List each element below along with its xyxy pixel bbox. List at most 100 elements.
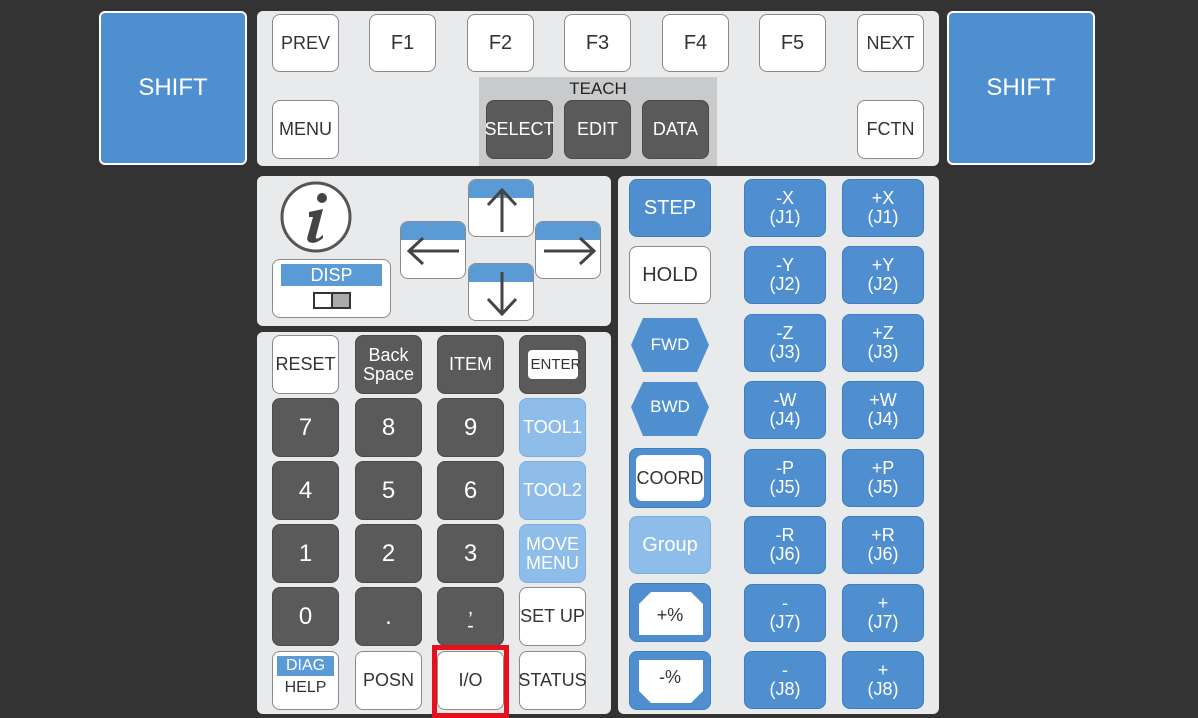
disp-button[interactable]: DISP <box>272 259 391 318</box>
jog-minus-j4-button[interactable]: -W (J4) <box>744 381 826 439</box>
jog-joint-label: (J4) <box>769 409 801 429</box>
bwd-button[interactable]: BWD <box>629 380 711 438</box>
prev-button[interactable]: PREV <box>272 14 339 72</box>
data-button[interactable]: DATA <box>642 100 709 159</box>
f4-button[interactable]: F4 <box>662 14 729 72</box>
key-7[interactable]: 7 <box>272 398 339 457</box>
diag-label: DIAG <box>277 656 334 676</box>
plus-pct-label: +% <box>656 605 684 626</box>
jog-axis-label: +Z <box>872 323 894 344</box>
select-button[interactable]: SELECT <box>484 100 555 159</box>
teach-label: TEACH <box>569 79 627 98</box>
setup-button[interactable]: SET UP <box>519 587 586 646</box>
jog-joint-label: (J6) <box>769 544 801 564</box>
key-1[interactable]: 1 <box>272 524 339 583</box>
posn-button[interactable]: POSN <box>355 651 422 710</box>
status-button[interactable]: STATUS <box>518 651 587 710</box>
f5-button[interactable]: F5 <box>759 14 826 72</box>
io-button[interactable]: I/O <box>437 651 504 710</box>
jog-plus-j1-button[interactable]: +X (J1) <box>842 179 924 237</box>
jog-minus-j2-button[interactable]: -Y (J2) <box>744 246 826 304</box>
jog-plus-j3-button[interactable]: +Z (J3) <box>842 314 924 372</box>
tool2-button[interactable]: TOOL2 <box>519 461 586 520</box>
key-8[interactable]: 8 <box>355 398 422 457</box>
move-menu-button[interactable]: MOVE MENU <box>519 524 586 583</box>
jog-plus-j4-button[interactable]: +W (J4) <box>842 381 924 439</box>
jog-axis-label: +R <box>871 525 895 546</box>
jog-axis-label: -W <box>773 390 797 411</box>
key-9[interactable]: 9 <box>437 398 504 457</box>
jog-joint-label: (J8) <box>769 679 801 699</box>
disp-toggle-icon <box>312 292 351 309</box>
jog-joint-label: (J7) <box>867 612 899 632</box>
fctn-button[interactable]: FCTN <box>857 100 924 159</box>
fwd-button[interactable]: FWD <box>629 314 711 376</box>
tool1-button[interactable]: TOOL1 <box>519 398 586 457</box>
jog-minus-j3-button[interactable]: -Z (J3) <box>744 314 826 372</box>
item-button[interactable]: ITEM <box>437 335 504 394</box>
minus-pct-label: -% <box>659 667 681 688</box>
enter-button[interactable]: ENTER <box>519 335 586 394</box>
jog-joint-label: (J1) <box>867 207 899 227</box>
jog-minus-j5-button[interactable]: -P (J5) <box>744 449 826 507</box>
bwd-label: BWD <box>650 397 690 416</box>
info-icon[interactable] <box>279 180 355 254</box>
disp-label: DISP <box>281 264 382 286</box>
key-dot[interactable]: . <box>355 587 422 646</box>
jog-joint-label: (J5) <box>867 477 899 497</box>
jog-axis-label: -R <box>775 525 795 546</box>
jog-axis-label: -P <box>776 458 794 479</box>
jog-joint-label: (J8) <box>867 679 899 699</box>
key-5[interactable]: 5 <box>355 461 422 520</box>
coord-button[interactable]: COORD <box>629 448 711 508</box>
arrow-down-button[interactable] <box>468 263 534 321</box>
jog-plus-j8-button[interactable]: + (J8) <box>842 651 924 709</box>
jog-plus-j2-button[interactable]: +Y (J2) <box>842 246 924 304</box>
minus-label: - <box>467 614 474 637</box>
step-button[interactable]: STEP <box>629 179 711 237</box>
key-3[interactable]: 3 <box>437 524 504 583</box>
arrow-down-icon <box>486 272 518 317</box>
menu-button[interactable]: MENU <box>272 100 339 159</box>
jog-plus-j7-button[interactable]: + (J7) <box>842 584 924 642</box>
jog-axis-label: + <box>877 593 889 614</box>
f2-button[interactable]: F2 <box>467 14 534 72</box>
jog-minus-j1-button[interactable]: -X (J1) <box>744 179 826 237</box>
f1-button[interactable]: F1 <box>369 14 436 72</box>
jog-minus-j6-button[interactable]: -R (J6) <box>744 516 826 574</box>
key-4[interactable]: 4 <box>272 461 339 520</box>
jog-minus-j7-button[interactable]: - (J7) <box>744 584 826 642</box>
hold-button[interactable]: HOLD <box>629 246 711 304</box>
arrow-up-button[interactable] <box>468 179 534 237</box>
jog-joint-label: (J2) <box>867 274 899 294</box>
arrow-right-button[interactable] <box>535 221 601 279</box>
jog-joint-label: (J7) <box>769 612 801 632</box>
shift-left-button[interactable]: SHIFT <box>99 11 247 165</box>
jog-minus-j8-button[interactable]: - (J8) <box>744 651 826 709</box>
key-0[interactable]: 0 <box>272 587 339 646</box>
arrow-left-button[interactable] <box>400 221 466 279</box>
speed-down-button[interactable]: -% <box>629 651 711 710</box>
jog-axis-label: - <box>782 593 788 614</box>
jog-axis-label: - <box>782 660 788 681</box>
jog-axis-label: -Y <box>776 255 794 276</box>
group-button[interactable]: Group <box>629 516 711 574</box>
edit-button[interactable]: EDIT <box>564 100 631 159</box>
arrow-right-icon <box>544 236 597 266</box>
arrow-left-icon <box>406 236 459 266</box>
jog-plus-j6-button[interactable]: +R (J6) <box>842 516 924 574</box>
key-6[interactable]: 6 <box>437 461 504 520</box>
backspace-label-1: Back <box>368 344 409 365</box>
next-button[interactable]: NEXT <box>857 14 924 72</box>
reset-button[interactable]: RESET <box>272 335 339 394</box>
speed-up-button[interactable]: +% <box>629 583 711 642</box>
arrow-up-icon <box>486 187 518 232</box>
key-comma-minus[interactable]: , - <box>437 587 504 646</box>
f3-button[interactable]: F3 <box>564 14 631 72</box>
backspace-button[interactable]: Back Space <box>355 335 422 394</box>
jog-plus-j5-button[interactable]: +P (J5) <box>842 449 924 507</box>
shift-right-button[interactable]: SHIFT <box>947 11 1095 165</box>
help-label: HELP <box>284 679 327 696</box>
diag-help-button[interactable]: DIAG HELP <box>272 651 339 710</box>
key-2[interactable]: 2 <box>355 524 422 583</box>
